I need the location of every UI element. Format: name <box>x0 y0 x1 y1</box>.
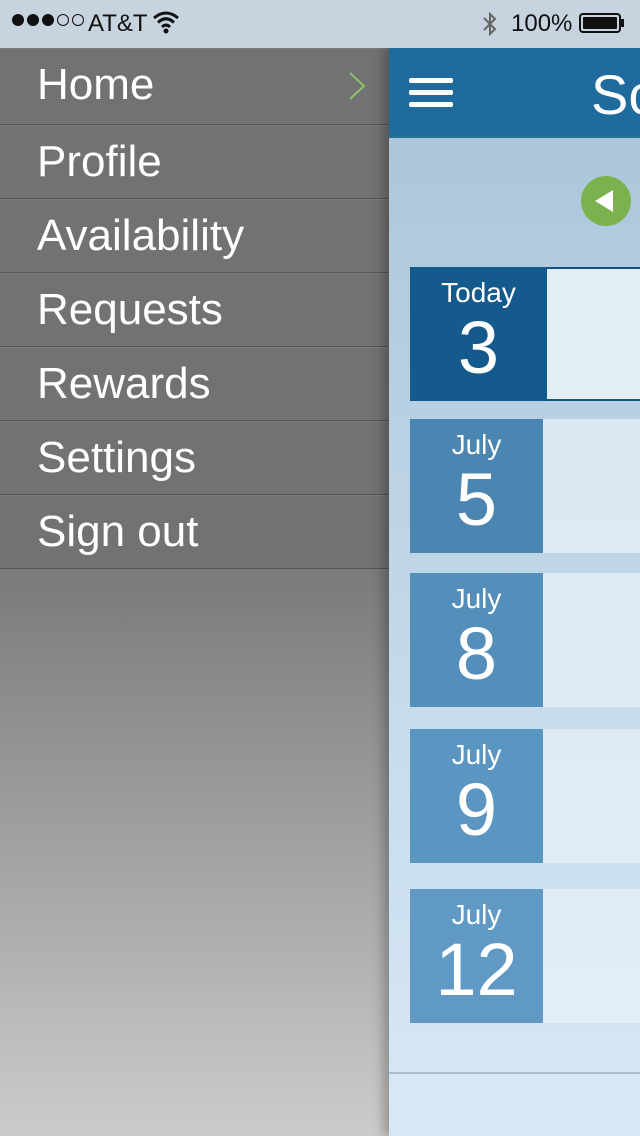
status-bar: AT&T 100% <box>0 0 640 48</box>
date-day: 12 <box>435 928 518 1011</box>
schedule-day-row[interactable]: July 12 <box>410 889 640 1023</box>
bottom-toolbar <box>389 1072 640 1136</box>
date-box: July 9 <box>410 729 543 863</box>
menu-item-home[interactable]: Home <box>0 48 389 125</box>
menu-item-requests[interactable]: Requests <box>0 273 389 347</box>
menu-item-sign-out[interactable]: Sign out <box>0 495 389 569</box>
menu-item-availability[interactable]: Availability <box>0 199 389 273</box>
menu-item-profile[interactable]: Profile <box>0 125 389 199</box>
schedule-day-row[interactable]: Today 3 <box>410 267 640 401</box>
schedule-day-row[interactable]: July 5 <box>410 419 640 553</box>
date-box: July 8 <box>410 573 543 707</box>
date-month: July <box>451 429 502 460</box>
page-title: Sc <box>591 63 640 126</box>
date-month: July <box>451 739 502 770</box>
wifi-icon <box>153 11 179 34</box>
menu-item-settings[interactable]: Settings <box>0 421 389 495</box>
day-card <box>547 269 640 399</box>
battery-icon <box>579 13 624 33</box>
day-card <box>543 573 640 707</box>
date-day: 5 <box>455 458 498 541</box>
menu-item-label: Settings <box>37 433 196 482</box>
carrier-name: AT&T <box>88 10 148 37</box>
date-box: July 12 <box>410 889 543 1023</box>
menu-item-label: Rewards <box>37 359 211 408</box>
menu-item-label: Home <box>37 60 155 109</box>
menu-item-label: Profile <box>37 137 162 186</box>
menu-item-label: Sign out <box>37 507 199 556</box>
day-card <box>543 729 640 863</box>
side-menu: Home Profile Availability Requests Rewar… <box>0 48 389 1136</box>
date-box: July 5 <box>410 419 543 553</box>
schedule-day-row[interactable]: July 8 <box>410 573 640 707</box>
date-box: Today 3 <box>410 267 547 401</box>
menu-item-label: Availability <box>37 211 245 260</box>
date-month: Today <box>441 277 516 308</box>
bluetooth-icon <box>483 11 497 37</box>
signal-strength-icon <box>12 14 84 26</box>
date-month: July <box>451 899 502 930</box>
schedule-day-row[interactable]: July 9 <box>410 729 640 863</box>
main-panel: Sc Today 3 July 5 July 8 July 9 July <box>389 48 640 1136</box>
nav-bar: Sc <box>389 48 640 138</box>
date-day: 3 <box>457 306 500 389</box>
day-card <box>543 419 640 553</box>
date-day: 9 <box>455 768 498 851</box>
menu-item-rewards[interactable]: Rewards <box>0 347 389 421</box>
day-card <box>543 889 640 1023</box>
chevron-right-icon <box>349 72 366 100</box>
menu-item-label: Requests <box>37 285 223 334</box>
battery-percent: 100% <box>511 10 573 37</box>
date-month: July <box>451 583 502 614</box>
date-day: 8 <box>455 612 498 695</box>
hamburger-menu-icon[interactable] <box>409 78 453 108</box>
previous-arrow-icon[interactable] <box>581 176 631 226</box>
